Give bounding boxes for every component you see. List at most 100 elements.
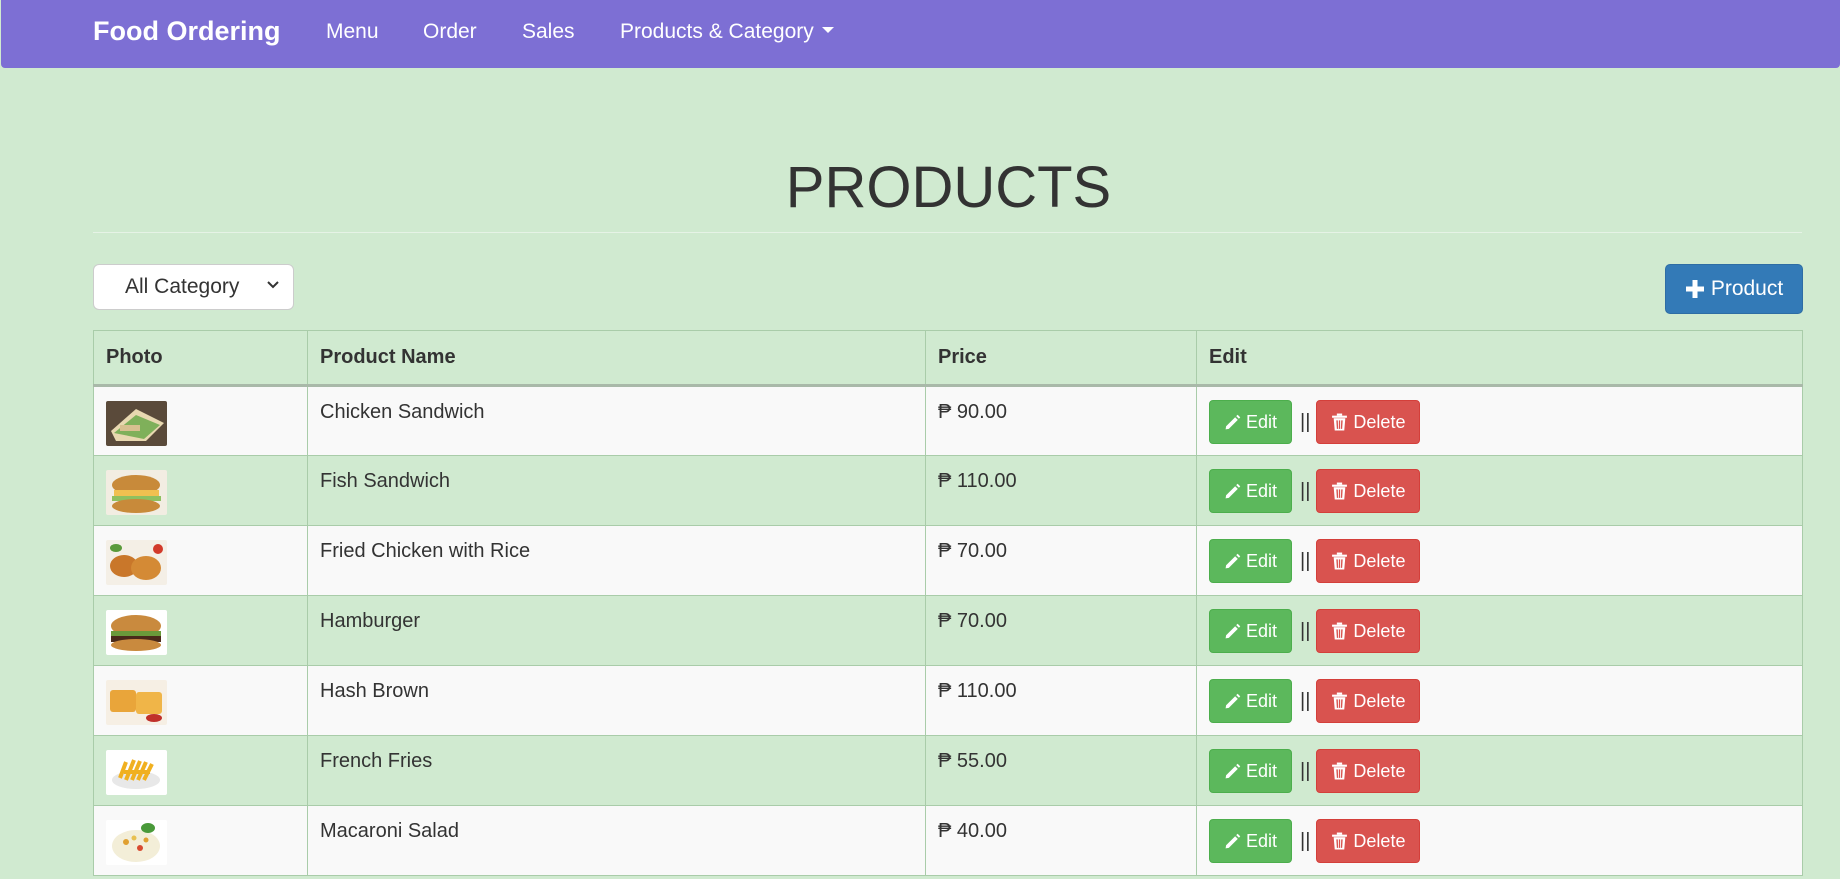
action-cell: Edit || Delete [1196,455,1803,526]
trash-icon [1332,482,1348,500]
edit-label: Edit [1246,411,1278,432]
action-separator: || [1300,759,1311,782]
product-price: ₱ 110.00 [925,455,1197,526]
product-name: Hash Brown [307,665,926,736]
add-product-label: Product [1710,277,1784,300]
pencil-icon [1225,483,1241,498]
delete-button[interactable]: Delete [1316,539,1421,583]
delete-button[interactable]: Delete [1316,400,1421,444]
product-price: ₱ 90.00 [925,385,1197,456]
table-row: Fish Sandwich ₱ 110.00 Edit || Delete [93,455,1803,526]
product-photo [106,680,167,725]
product-photo [106,750,167,795]
pencil-icon [1225,414,1241,429]
photo-cell [93,595,308,666]
action-separator: || [1300,410,1311,433]
delete-button[interactable]: Delete [1316,749,1421,793]
product-name: Macaroni Salad [307,805,926,876]
photo-cell [93,805,308,876]
nav-menu[interactable]: Menu [326,20,379,44]
table-row: Chicken Sandwich ₱ 90.00 Edit || Delete [93,385,1803,456]
product-price: ₱ 70.00 [925,595,1197,666]
delete-button[interactable]: Delete [1316,609,1421,653]
nav-sales[interactable]: Sales [522,20,575,44]
action-separator: || [1300,479,1311,502]
delete-label: Delete [1353,550,1406,571]
pencil-icon [1225,763,1241,778]
table-row: Hash Brown ₱ 110.00 Edit || Delete [93,665,1803,736]
brand-link[interactable]: Food Ordering [93,16,280,47]
action-cell: Edit || Delete [1196,385,1803,456]
navbar: Food Ordering Menu Order Sales Products … [1,0,1840,68]
pencil-icon [1225,693,1241,708]
delete-button[interactable]: Delete [1316,469,1421,513]
pencil-icon [1225,553,1241,568]
plus-icon [1685,280,1704,298]
delete-label: Delete [1353,411,1406,432]
product-photo [106,820,167,865]
product-name: French Fries [307,735,926,806]
col-header-edit: Edit [1196,330,1803,387]
action-cell: Edit || Delete [1196,665,1803,736]
product-price: ₱ 40.00 [925,805,1197,876]
action-separator: || [1300,829,1311,852]
edit-button[interactable]: Edit [1209,819,1293,863]
action-cell: Edit || Delete [1196,735,1803,806]
product-price: ₱ 70.00 [925,525,1197,596]
delete-label: Delete [1353,480,1406,501]
edit-label: Edit [1246,760,1278,781]
photo-cell [93,525,308,596]
action-separator: || [1300,549,1311,572]
nav-products-category-dropdown[interactable]: Products & Category [620,20,834,44]
table-header-row: Photo Product Name Price Edit [93,330,1803,387]
col-header-price: Price [925,330,1197,387]
product-name: Chicken Sandwich [307,385,926,456]
nav-order[interactable]: Order [423,20,477,44]
edit-label: Edit [1246,690,1278,711]
trash-icon [1332,552,1348,570]
table-row: Hamburger ₱ 70.00 Edit || Delete [93,595,1803,666]
product-price: ₱ 110.00 [925,665,1197,736]
trash-icon [1332,832,1348,850]
edit-label: Edit [1246,620,1278,641]
trash-icon [1332,762,1348,780]
product-name: Hamburger [307,595,926,666]
trash-icon [1332,692,1348,710]
product-photo [106,540,167,585]
pencil-icon [1225,623,1241,638]
add-product-button[interactable]: Product [1665,264,1803,314]
trash-icon [1332,622,1348,640]
trash-icon [1332,413,1348,431]
products-table: Photo Product Name Price Edit Chicken Sa… [93,330,1803,876]
edit-button[interactable]: Edit [1209,469,1293,513]
edit-button[interactable]: Edit [1209,539,1293,583]
delete-label: Delete [1353,620,1406,641]
product-price: ₱ 55.00 [925,735,1197,806]
chevron-down-icon [267,281,279,289]
table-row: Macaroni Salad ₱ 40.00 Edit || Delete [93,805,1803,876]
edit-button[interactable]: Edit [1209,749,1293,793]
edit-button[interactable]: Edit [1209,400,1293,444]
product-photo [106,470,167,515]
product-name: Fried Chicken with Rice [307,525,926,596]
action-cell: Edit || Delete [1196,805,1803,876]
title-divider [93,232,1802,233]
delete-label: Delete [1353,830,1406,851]
action-separator: || [1300,689,1311,712]
delete-label: Delete [1353,760,1406,781]
edit-label: Edit [1246,830,1278,851]
col-header-photo: Photo [93,330,308,387]
photo-cell [93,735,308,806]
category-select-value: All Category [125,275,240,298]
edit-label: Edit [1246,480,1278,501]
delete-button[interactable]: Delete [1316,679,1421,723]
category-select[interactable]: All Category [93,264,294,310]
table-row: French Fries ₱ 55.00 Edit || Delete [93,735,1803,806]
delete-label: Delete [1353,690,1406,711]
action-cell: Edit || Delete [1196,595,1803,666]
page-title: PRODUCTS [785,155,1112,220]
edit-button[interactable]: Edit [1209,609,1293,653]
edit-button[interactable]: Edit [1209,679,1293,723]
delete-button[interactable]: Delete [1316,819,1421,863]
col-header-product-name: Product Name [307,330,926,387]
